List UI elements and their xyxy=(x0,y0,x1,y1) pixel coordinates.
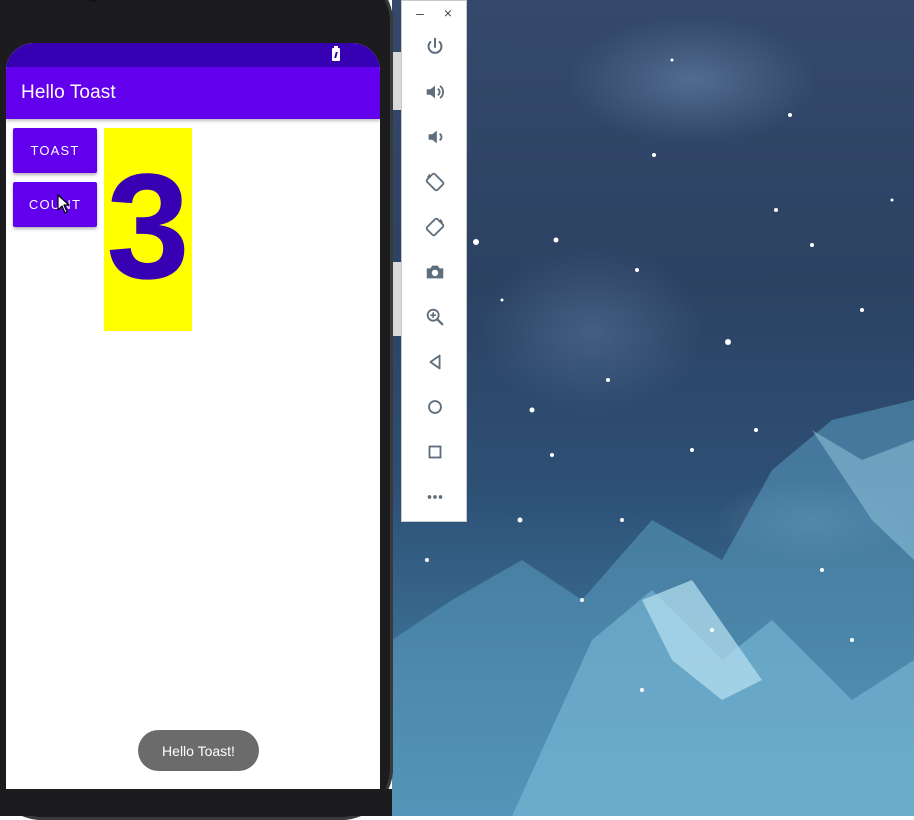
camera-lens xyxy=(86,0,100,2)
volume-down-icon xyxy=(428,130,443,144)
rotate-right-button[interactable] xyxy=(422,214,448,240)
camera-icon xyxy=(426,265,444,279)
back-icon xyxy=(429,354,441,370)
power-button[interactable] xyxy=(422,34,448,60)
volume-up-icon xyxy=(426,85,444,99)
volume-up-button[interactable] xyxy=(422,79,448,105)
more-button[interactable] xyxy=(422,484,448,510)
mouse-cursor-icon xyxy=(57,194,70,214)
power-icon xyxy=(427,37,443,54)
status-bar xyxy=(6,43,380,67)
overview-button[interactable] xyxy=(422,439,448,465)
phone-bottom-bezel xyxy=(0,789,392,816)
count-display: 3 xyxy=(104,128,192,331)
rotate-left-icon xyxy=(425,172,445,192)
app-title: Hello Toast xyxy=(21,82,116,103)
overview-icon xyxy=(428,445,442,459)
phone-screen: Hello Toast TOAST COUNT 3 Hello Toast! xyxy=(6,43,380,789)
toast-button[interactable]: TOAST xyxy=(13,128,97,173)
app-bar: Hello Toast xyxy=(6,67,380,119)
count-value: 3 xyxy=(106,142,190,310)
count-button[interactable]: COUNT xyxy=(13,182,97,227)
minimize-button[interactable]: – xyxy=(411,4,429,22)
battery-charging-icon xyxy=(332,46,340,61)
home-icon xyxy=(428,400,442,414)
rotate-right-icon xyxy=(425,217,445,237)
toast-message: Hello Toast! xyxy=(138,730,259,771)
emulator-toolbar: – × xyxy=(401,0,467,522)
home-button[interactable] xyxy=(422,394,448,420)
close-button[interactable]: × xyxy=(439,4,457,22)
zoom-icon xyxy=(426,308,444,326)
more-icon xyxy=(427,495,443,499)
back-button[interactable] xyxy=(422,349,448,375)
screenshot-button[interactable] xyxy=(422,259,448,285)
zoom-button[interactable] xyxy=(422,304,448,330)
wallpaper-art xyxy=(392,58,914,816)
desktop-wallpaper xyxy=(392,0,914,816)
volume-down-button[interactable] xyxy=(422,124,448,150)
rotate-left-button[interactable] xyxy=(422,169,448,195)
